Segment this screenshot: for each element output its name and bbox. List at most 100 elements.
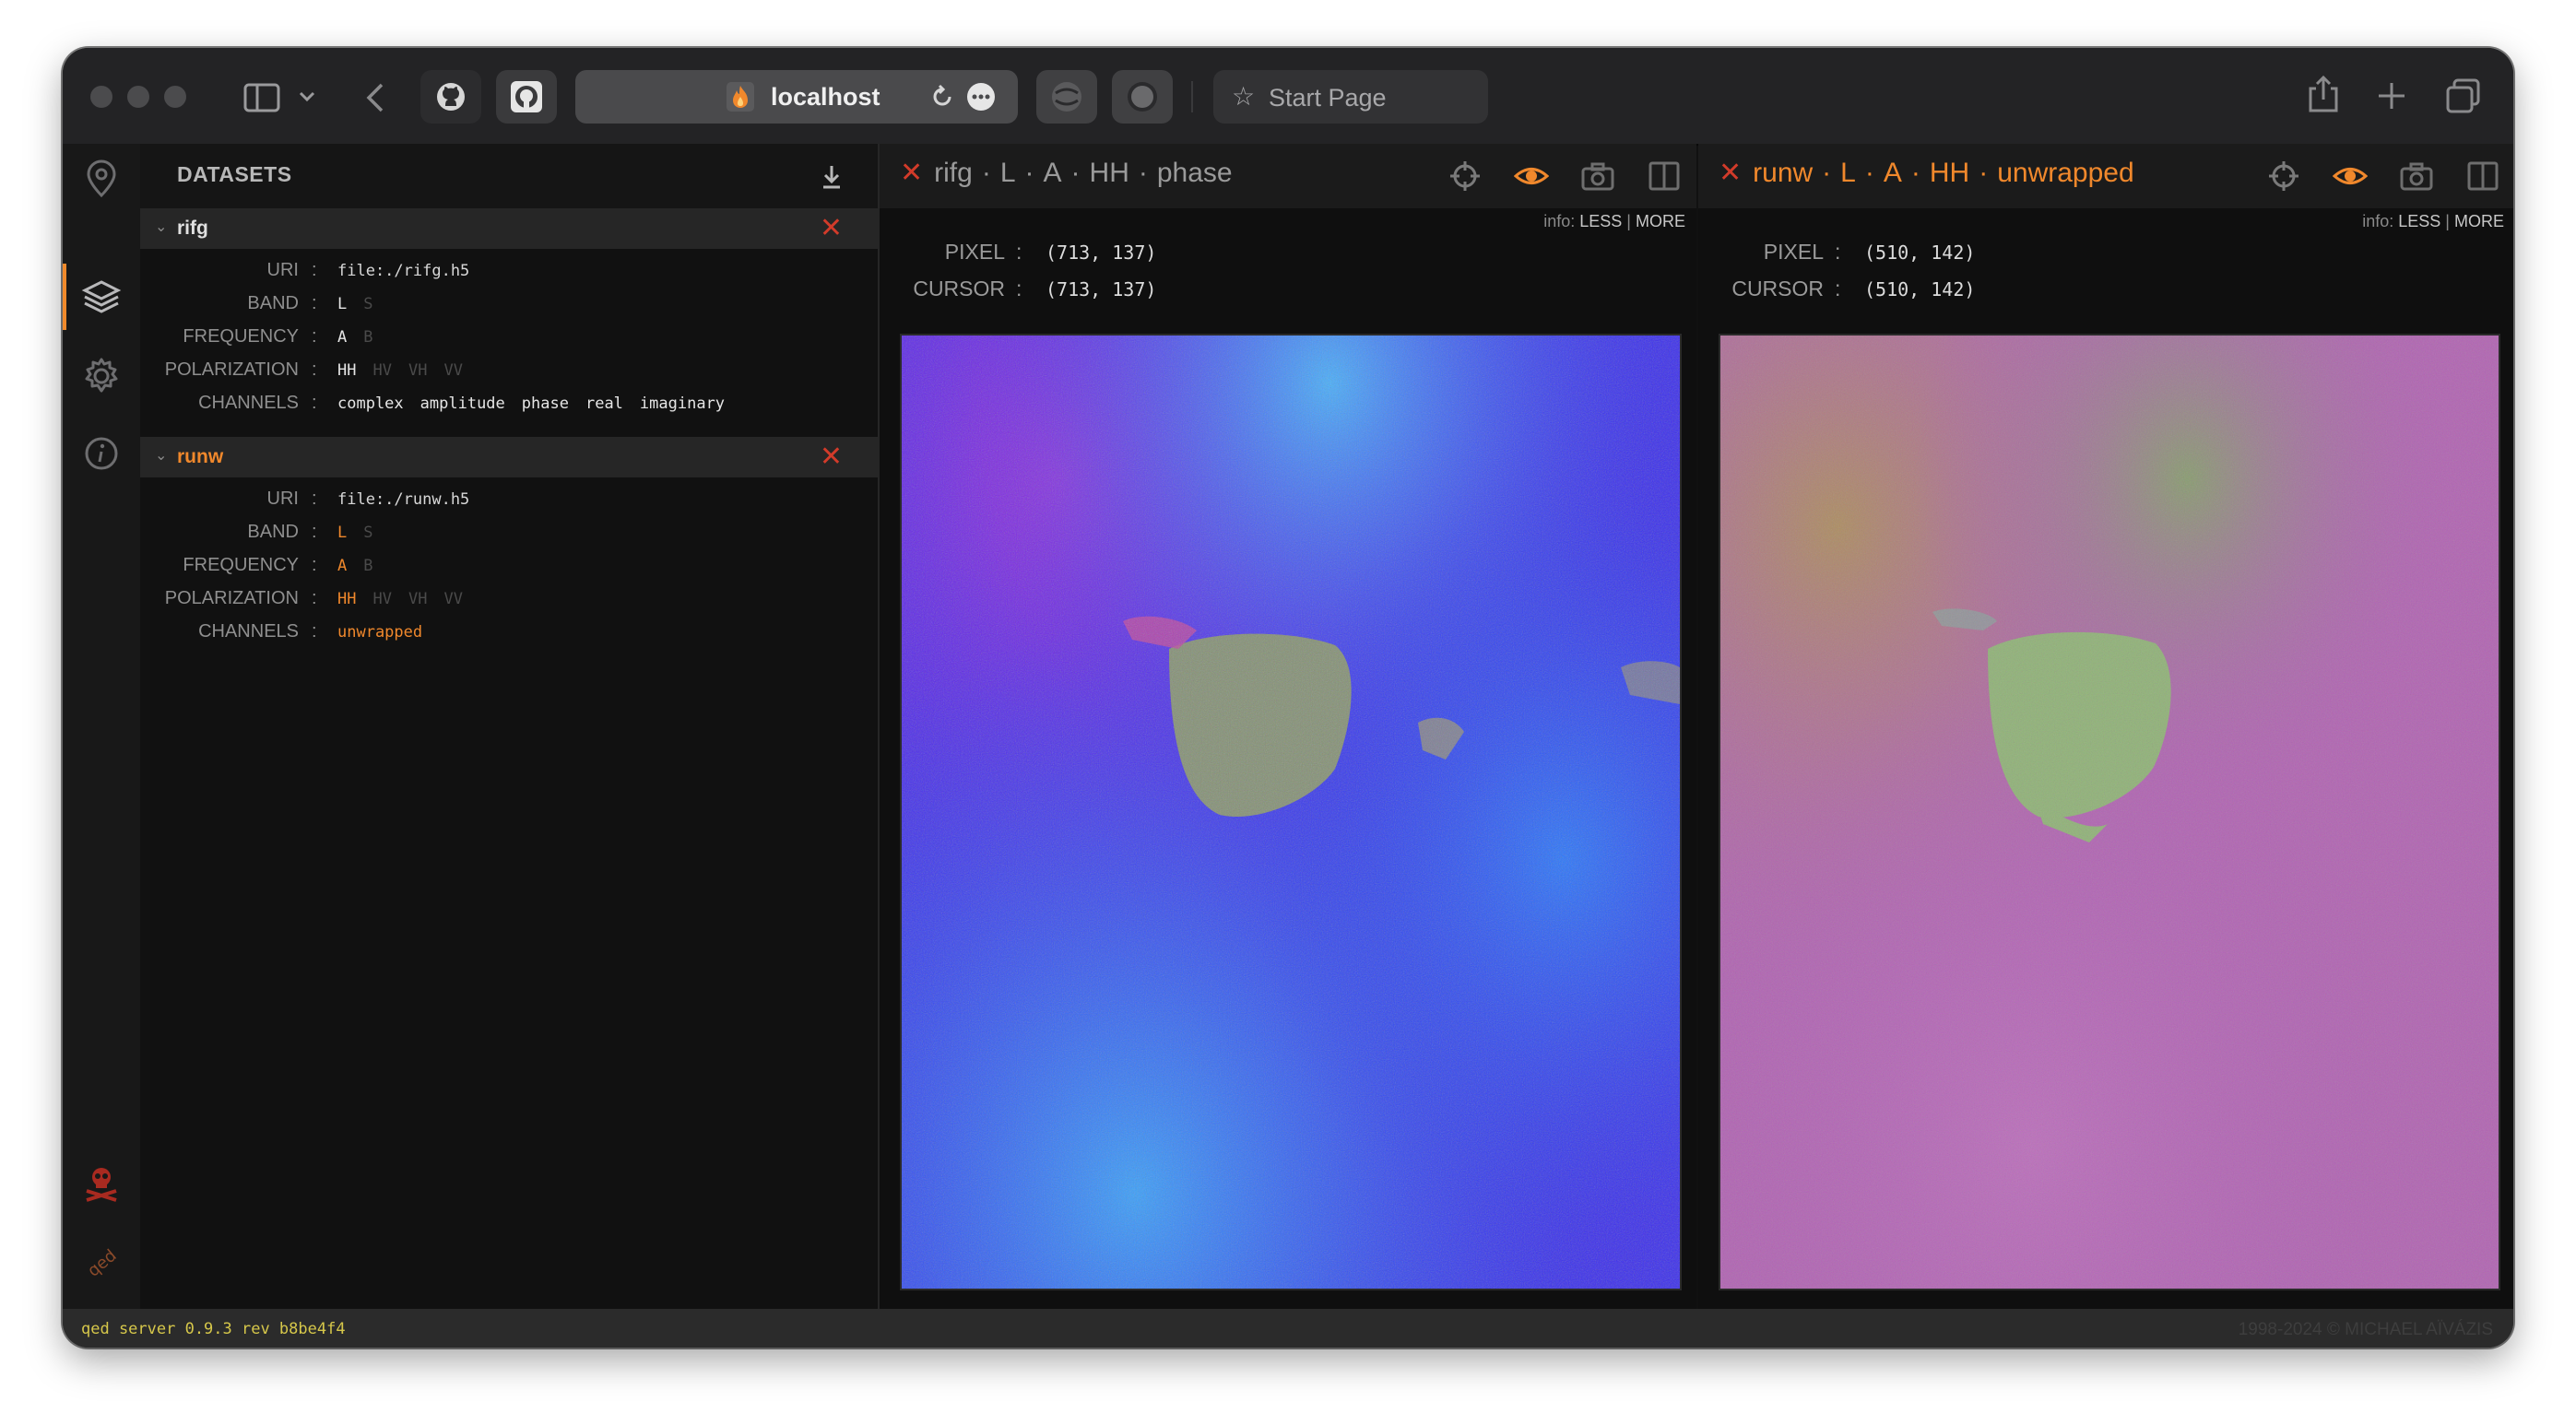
active-indicator	[63, 264, 66, 330]
dataset-row-polarization: POLARIZATION : HH HV VH VV	[164, 359, 463, 380]
dataset-header-runw[interactable]: ⌄ runw ✕	[140, 437, 878, 477]
close-viewer-icon[interactable]: ✕	[1719, 158, 1742, 188]
polarization-option[interactable]: HH	[337, 590, 356, 608]
info-more-button[interactable]: MORE	[2454, 212, 2504, 230]
icon-rail: qed	[63, 144, 142, 1309]
skull-crossbones-icon[interactable]	[81, 1163, 122, 1204]
viewer-runw-unwrapped: ✕ runw · L · A · HH · unwrapped info: LE…	[1698, 144, 2513, 1309]
minimize-window-button[interactable]	[127, 86, 149, 108]
polarization-option[interactable]: HV	[372, 590, 391, 608]
server-version: qed server 0.9.3 rev b8be4f4	[81, 1320, 346, 1338]
sidebar-toggle-icon[interactable]	[243, 83, 280, 112]
frequency-option[interactable]: B	[363, 328, 372, 347]
cursor-value: (510, 142)	[1864, 278, 1976, 300]
more-options-icon[interactable]	[966, 82, 996, 112]
app-tab-icon	[1052, 82, 1081, 112]
github-tab-button[interactable]	[420, 70, 481, 124]
chevron-down-icon[interactable]: ⌄	[155, 218, 167, 236]
close-viewer-icon[interactable]: ✕	[900, 158, 923, 188]
viewer-title: ✕ runw · L · A · HH · unwrapped	[1719, 158, 2134, 188]
polarization-option[interactable]: VH	[408, 361, 427, 380]
channel-option[interactable]: imaginary	[640, 395, 725, 413]
channel-option[interactable]: phase	[522, 395, 569, 413]
info-more-button[interactable]: MORE	[1636, 212, 1685, 230]
qed-logo-icon[interactable]: qed	[81, 1241, 122, 1281]
info-less-button[interactable]: LESS	[1579, 212, 1622, 230]
frequency-option[interactable]: B	[363, 557, 372, 575]
camera-icon[interactable]	[2399, 159, 2434, 194]
close-dataset-icon[interactable]: ✕	[820, 443, 843, 471]
browser-toolbar: localhost ☆ Start Page	[63, 48, 2513, 146]
zoom-window-button[interactable]	[164, 86, 186, 108]
address-bar[interactable]: localhost	[575, 70, 1018, 124]
channel-option[interactable]: unwrapped	[337, 623, 422, 642]
start-page-label: Start Page	[1269, 84, 1387, 112]
camera-icon[interactable]	[1580, 159, 1615, 194]
split-view-icon[interactable]	[2465, 159, 2500, 194]
info-icon[interactable]	[81, 433, 122, 474]
raster-image[interactable]	[1719, 334, 2500, 1290]
github-active-tab-button[interactable]	[496, 70, 557, 124]
dataset-row-band: BAND : LS	[247, 522, 373, 542]
download-icon[interactable]	[821, 164, 843, 190]
dataset-row-band: BAND : LS	[247, 293, 373, 313]
status-bar: qed server 0.9.3 rev b8be4f4 1998-2024 ©…	[63, 1309, 2513, 1348]
channel-option[interactable]: amplitude	[420, 395, 505, 413]
cursor-value: (713, 137)	[1046, 278, 1157, 300]
band-option[interactable]: L	[337, 295, 347, 313]
eye-icon[interactable]	[1514, 159, 1549, 194]
viewer-rifg-phase: ✕ rifg · L · A · HH · phase info: LESS |…	[880, 144, 1696, 1309]
frequency-option[interactable]: A	[337, 557, 347, 575]
viewer-header: ✕ runw · L · A · HH · unwrapped	[1698, 144, 2513, 208]
location-pin-icon[interactable]	[81, 159, 122, 199]
crosshair-icon[interactable]	[2266, 159, 2301, 194]
dataset-header-rifg[interactable]: ⌄ rifg ✕	[140, 208, 878, 249]
viewer-header: ✕ rifg · L · A · HH · phase	[880, 144, 1696, 208]
svg-text:qed: qed	[84, 1246, 120, 1281]
polarization-option[interactable]: HH	[337, 361, 356, 380]
new-tab-icon[interactable]	[2377, 81, 2406, 111]
layers-icon[interactable]	[81, 277, 122, 317]
back-icon[interactable]	[363, 81, 387, 114]
tab-button-2[interactable]	[1036, 70, 1097, 124]
tab-button-3[interactable]	[1112, 70, 1173, 124]
settings-gear-icon[interactable]	[81, 356, 122, 396]
github-icon	[511, 81, 542, 112]
dataset-name: runw	[177, 446, 224, 467]
channel-option[interactable]: complex	[337, 395, 404, 413]
channel-option[interactable]: real	[585, 395, 623, 413]
dataset-row-uri: URI : file:./runw.h5	[266, 489, 470, 509]
unwrapped-raster	[1720, 336, 2499, 1289]
split-view-icon[interactable]	[1647, 159, 1682, 194]
polarization-option[interactable]: VV	[443, 361, 462, 380]
start-page-field[interactable]: ☆ Start Page	[1213, 70, 1488, 124]
crosshair-icon[interactable]	[1448, 159, 1483, 194]
close-dataset-icon[interactable]: ✕	[820, 215, 843, 242]
frequency-option[interactable]: A	[337, 328, 347, 347]
datasets-title: DATASETS	[177, 162, 292, 186]
browser-window: localhost ☆ Start Page qed DATASETS ⌄ ri…	[63, 48, 2513, 1348]
info-less-button[interactable]: LESS	[2398, 212, 2440, 230]
polarization-option[interactable]: VV	[443, 590, 462, 608]
close-window-button[interactable]	[90, 86, 112, 108]
band-option[interactable]: S	[363, 295, 372, 313]
viewer-title: ✕ rifg · L · A · HH · phase	[900, 158, 1233, 188]
tab-overview-icon[interactable]	[2445, 77, 2482, 114]
band-option[interactable]: L	[337, 524, 347, 542]
app-tab-icon	[1128, 82, 1157, 112]
polarization-option[interactable]: HV	[372, 361, 391, 380]
share-icon[interactable]	[2307, 74, 2340, 114]
reload-icon[interactable]	[929, 84, 955, 110]
dataset-row-frequency: FREQUENCY : AB	[183, 326, 373, 347]
chevron-down-icon[interactable]: ⌄	[155, 446, 167, 465]
dataset-row-channels: CHANNELS : unwrapped	[198, 621, 423, 642]
datasets-header: DATASETS	[140, 144, 878, 208]
band-option[interactable]: S	[363, 524, 372, 542]
dataset-row-frequency: FREQUENCY : AB	[183, 555, 373, 575]
chevron-down-icon[interactable]	[299, 90, 315, 103]
address-text: localhost	[771, 83, 880, 111]
polarization-option[interactable]: VH	[408, 590, 427, 608]
flame-icon	[727, 82, 754, 112]
raster-image[interactable]	[900, 334, 1682, 1290]
eye-icon[interactable]	[2333, 159, 2368, 194]
